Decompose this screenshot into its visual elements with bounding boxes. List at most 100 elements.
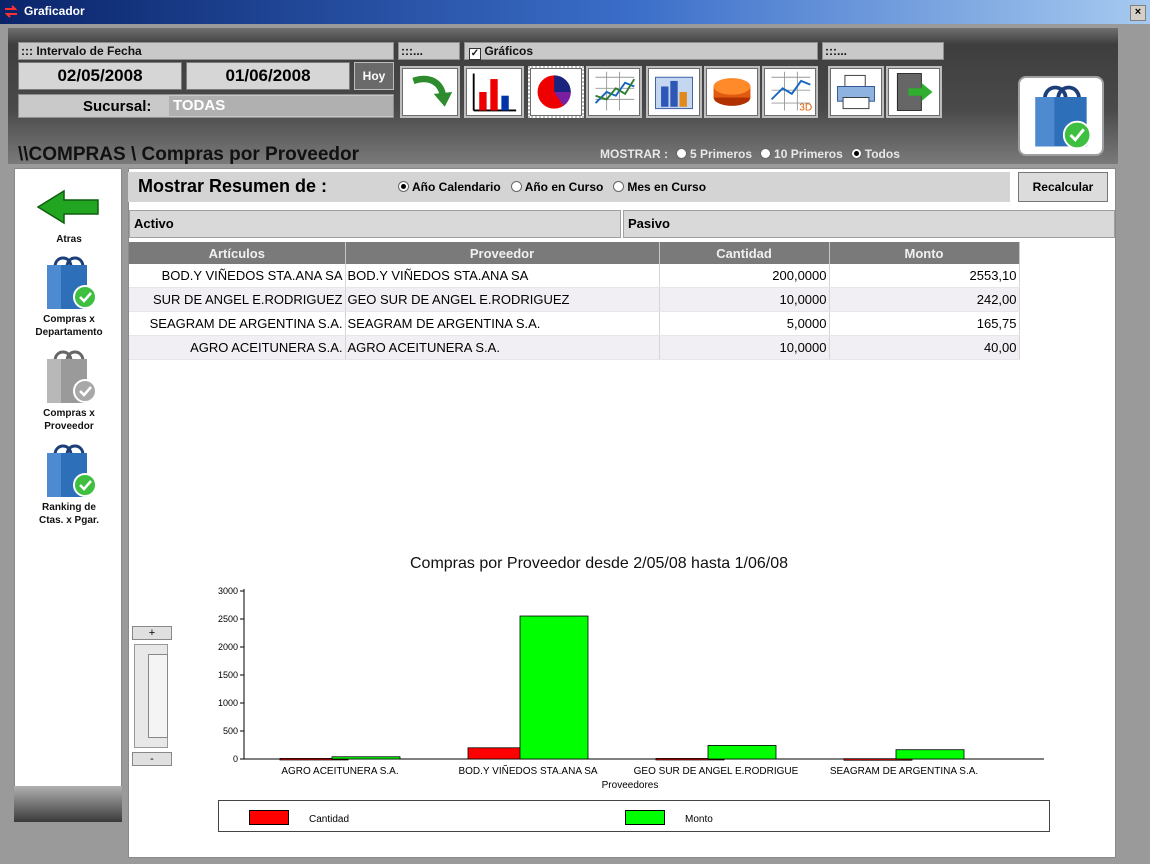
table-row[interactable]: AGRO ACEITUNERA S.A. AGRO ACEITUNERA S.A… [129,335,1020,360]
chart-title: Compras por Proveedor desde 2/05/08 hast… [410,555,789,572]
close-button[interactable]: × [1130,5,1146,21]
svg-text:3D: 3D [799,102,812,113]
exit-icon [896,73,933,111]
chart-bars [279,615,965,761]
app-icon [4,5,18,18]
sucursal-label: Sucursal: [83,98,152,115]
table-header-row: Artículos Proveedor Cantidad Monto [129,242,1020,264]
cell-monto: 40,00 [829,335,1020,360]
sidebar-item-compras-proveedor[interactable]: Compras x Proveedor [15,347,123,433]
y-tick-label: 2500 [218,614,238,624]
y-tick-label: 0 [233,754,238,764]
column-header-cantidad[interactable]: Cantidad [659,242,830,264]
sidebar-label: Ctas. x Pgar. [38,515,100,526]
sidebar-footer [14,786,122,822]
group3-header: :::... [822,42,944,60]
y-tick-label: 1500 [218,670,238,680]
3d-pie-chart-button[interactable] [704,66,760,118]
sidebar-label: Proveedor [44,421,94,432]
sidebar-label: Departamento [35,327,103,338]
pie-chart-button[interactable] [528,66,584,118]
recalcular-button[interactable]: Recalcular [1018,172,1108,202]
3d-bar-chart-button[interactable] [646,66,702,118]
cell-monto: 242,00 [829,287,1020,312]
radio-label: 10 Primeros [774,147,843,161]
refresh-button[interactable] [400,66,460,118]
sucursal-select[interactable]: TODAS [169,96,393,116]
print-button[interactable] [828,66,884,118]
exit-button[interactable] [886,66,942,118]
cell-proveedor: SEAGRAM DE ARGENTINA S.A. [345,311,660,336]
3d-line-chart-icon: 3D [770,71,812,113]
intervalo-header: ::: Intervalo de Fecha [18,42,394,60]
cell-monto: 2553,10 [829,264,1020,288]
print-icon [837,74,875,110]
radio-10-primeros[interactable]: 10 Primeros [760,147,843,161]
zoom-out-button[interactable]: - [132,752,172,766]
column-header-articulos[interactable]: Artículos [129,242,346,264]
radio-label: Año Calendario [412,180,501,194]
radio-icon [676,148,687,159]
bar-monto [331,756,401,760]
sucursal-row: Sucursal: TODAS [18,94,394,118]
cell-proveedor: AGRO ACEITUNERA S.A. [345,335,660,360]
radio-mes-en-curso[interactable]: Mes en Curso [613,180,706,194]
3d-bar-chart-icon [655,76,693,110]
x-axis: AGRO ACEITUNERA S.A. BOD.Y VIÑEDOS STA.AN… [281,764,978,777]
graficos-checkbox[interactable]: ✓ [469,48,481,60]
bar-monto [707,745,777,760]
sidebar-label: Compras x [43,314,95,325]
cell-monto: 165,75 [829,311,1020,336]
sidebar-label: Ranking de [42,502,96,513]
chart-legend: Cantidad Monto [218,800,1050,832]
column-header-proveedor[interactable]: Proveedor [345,242,660,264]
cell-proveedor: GEO SUR DE ANGEL E.RODRIGUEZ [345,287,660,312]
line-chart-button[interactable] [586,66,642,118]
table-row[interactable]: SUR DE ANGEL E.RODRIGUEZ GEO SUR DE ANGE… [129,287,1020,312]
fecha-hasta-field[interactable]: 01/06/2008 [186,62,350,90]
radio-label: Mes en Curso [627,180,707,194]
table-row[interactable]: SEAGRAM DE ARGENTINA S.A. SEAGRAM DE ARG… [129,311,1020,336]
cell-articulo: SUR DE ANGEL E.RODRIGUEZ [129,287,346,312]
bar-monto [519,615,589,760]
fecha-desde-field[interactable]: 02/05/2008 [18,62,182,90]
radio-icon [510,181,522,192]
zoom-in-button[interactable]: + [132,626,172,640]
zoom-slider-thumb[interactable] [148,654,168,738]
x-tick-label: BOD.Y VIÑEDOS STA.ANA SA [458,764,597,777]
x-tick-label: AGRO ACEITUNERA S.A. [281,766,398,777]
cell-cantidad: 200,0000 [659,264,830,288]
hoy-button[interactable]: Hoy [354,62,394,90]
radio-ano-en-curso[interactable]: Año en Curso [510,180,604,194]
group2-header: :::... [398,42,460,60]
sidebar-item-atras[interactable]: Atras [15,187,123,246]
table-row[interactable]: BOD.Y VIÑEDOS STA.ANA SA BOD.Y VIÑEDOS S… [129,264,1020,288]
bar-chart-icon [472,73,517,112]
x-axis-title: Proveedores [602,780,659,791]
radio-label: 5 Primeros [690,147,753,161]
radio-todos[interactable]: Todos [850,147,900,161]
radio-5-primeros[interactable]: 5 Primeros [676,147,752,161]
graficos-label: Gráficos [484,44,534,58]
bar-chart: 0 500 1000 1500 2000 2500 3000 AGRO ACEITUNERA… [218,586,1044,791]
shopping-bag-icon [47,444,97,497]
graficos-header: ✓ Gráficos [464,42,818,60]
bar-monto [895,749,965,760]
resumen-label: Mostrar Resumen de : [138,176,328,196]
window-title: Graficador [24,4,85,18]
column-header-monto[interactable]: Monto [829,242,1020,264]
3d-line-chart-button[interactable]: 3D [762,66,818,118]
cell-articulo: BOD.Y VIÑEDOS STA.ANA SA [129,264,346,288]
x-tick-label: GEO SUR DE ANGEL E.RODRIGUE [634,766,799,777]
radio-label: Año en Curso [524,180,604,194]
radio-ano-calendario[interactable]: Año Calendario [398,180,501,194]
line-chart-icon [594,71,636,111]
page-title: \\COMPRAS \ Compras por Proveedor [18,144,360,165]
legend-label-cantidad: Cantidad [309,814,350,825]
shopping-bag-icon [47,350,97,403]
shopping-bag-check-icon [1035,85,1092,150]
bar-chart-button[interactable] [464,66,524,118]
sidebar-item-compras-departamento[interactable]: Compras x Departamento [15,253,123,339]
sidebar-item-ranking[interactable]: Ranking de Ctas. x Pgar. [15,441,123,527]
radio-icon [850,148,862,159]
